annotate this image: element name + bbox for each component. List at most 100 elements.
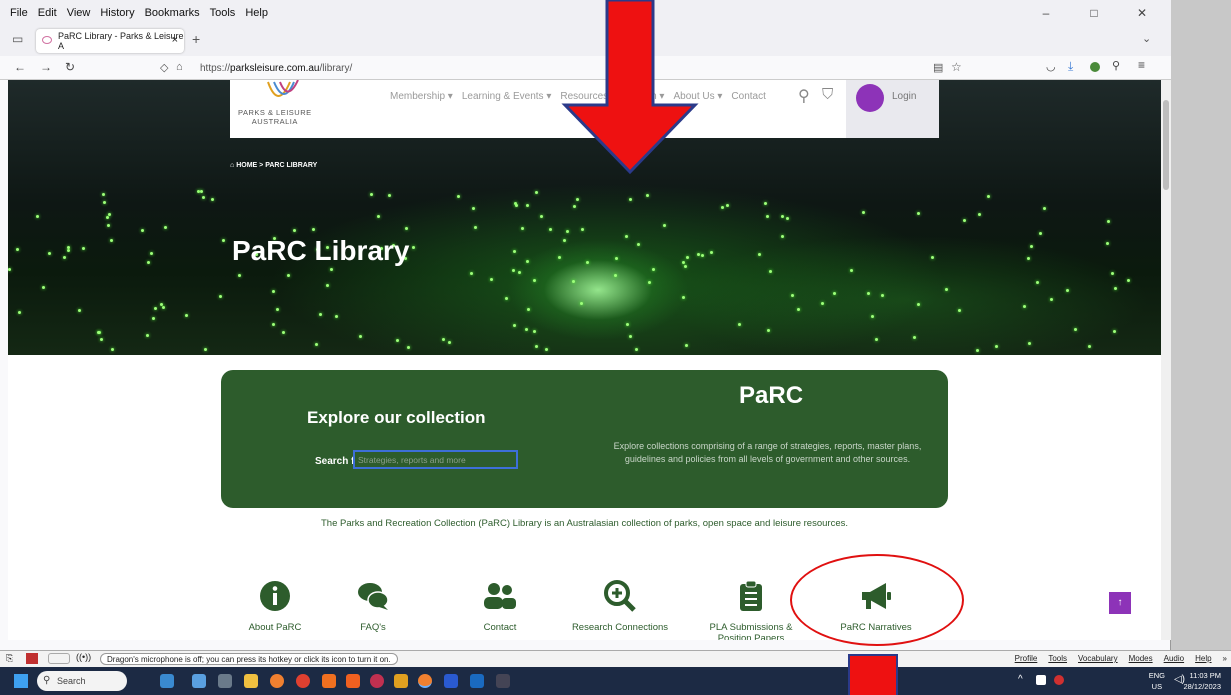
light-dot bbox=[881, 294, 884, 297]
forward-icon[interactable]: → bbox=[40, 60, 52, 74]
dragon-menu-modes[interactable]: Modes bbox=[1129, 654, 1153, 663]
extensions-icon[interactable]: ⚲ bbox=[1112, 59, 1120, 72]
clock[interactable]: 11:03 PM 28/12/2023 bbox=[1183, 670, 1221, 692]
minimize-icon[interactable]: – bbox=[1027, 6, 1065, 20]
pocket-icon[interactable]: ◡ bbox=[1046, 60, 1056, 73]
menu-edit[interactable]: Edit bbox=[38, 7, 57, 19]
light-dot bbox=[276, 308, 279, 311]
dragon-taskbar-icon[interactable] bbox=[160, 674, 174, 688]
search-icon[interactable]: ⚲ bbox=[798, 86, 810, 106]
light-dot bbox=[566, 230, 569, 233]
search-app-icon[interactable] bbox=[322, 674, 336, 688]
light-dot bbox=[1074, 328, 1077, 331]
light-dot bbox=[1066, 289, 1069, 292]
dragon-menu-profile[interactable]: Profile bbox=[1015, 654, 1038, 663]
light-dot bbox=[526, 204, 529, 207]
firefox-icon[interactable] bbox=[270, 674, 284, 688]
new-tab-button[interactable]: + bbox=[192, 31, 200, 47]
light-dot bbox=[976, 349, 979, 352]
light-dot bbox=[573, 205, 576, 208]
light-dot bbox=[78, 309, 81, 312]
file-explorer-icon[interactable] bbox=[244, 674, 258, 688]
breadcrumb-home[interactable]: HOME bbox=[236, 162, 257, 169]
feature-faqs[interactable]: FAQ's bbox=[318, 580, 428, 633]
scrollbar[interactable] bbox=[1161, 80, 1171, 640]
light-dot bbox=[472, 207, 475, 210]
settings-icon[interactable] bbox=[192, 674, 206, 688]
microphone-icon[interactable]: ((•)) bbox=[76, 652, 91, 662]
menu-view[interactable]: View bbox=[67, 7, 91, 19]
extension-icon[interactable] bbox=[1090, 62, 1100, 72]
site-logo-icon[interactable] bbox=[260, 80, 310, 106]
vlc-icon[interactable] bbox=[394, 674, 408, 688]
back-icon[interactable]: ← bbox=[14, 60, 26, 74]
dragon-menu-audio[interactable]: Audio bbox=[1164, 654, 1184, 663]
menu-tools[interactable]: Tools bbox=[210, 7, 236, 19]
light-dot bbox=[958, 309, 961, 312]
light-dot bbox=[141, 229, 144, 232]
light-dot bbox=[535, 191, 538, 194]
home-icon[interactable]: ⌂ bbox=[230, 162, 234, 169]
language-indicator[interactable]: ENG US bbox=[1149, 670, 1165, 692]
tab-parc-library[interactable]: PaRC Library - Parks & Leisure A × bbox=[36, 29, 184, 53]
dragon-app-icon[interactable]: ⎘ bbox=[6, 653, 13, 664]
close-icon[interactable]: ✕ bbox=[1123, 6, 1161, 20]
nav-contact[interactable]: Contact bbox=[731, 91, 765, 102]
nav-membership[interactable]: Membership ▾ bbox=[390, 91, 453, 102]
shield-icon[interactable]: ◇ bbox=[160, 61, 168, 74]
nav-learning-events[interactable]: Learning & Events ▾ bbox=[462, 91, 552, 102]
feature-contact[interactable]: Contact bbox=[445, 580, 555, 633]
light-dot bbox=[377, 215, 380, 218]
site-logo[interactable]: PARKS & LEISURE AUSTRALIA bbox=[238, 108, 312, 126]
light-dot bbox=[767, 329, 770, 332]
chevron-double-down-icon[interactable]: » bbox=[1223, 654, 1227, 663]
login-button[interactable]: Login bbox=[846, 80, 939, 138]
dragon-logo-icon[interactable] bbox=[26, 653, 38, 664]
light-dot bbox=[282, 331, 285, 334]
chrome-icon[interactable] bbox=[296, 674, 310, 688]
light-dot bbox=[871, 315, 874, 318]
lock-icon[interactable]: ⌂ bbox=[176, 61, 183, 73]
tray-icon-2[interactable] bbox=[1054, 675, 1064, 685]
cart-icon[interactable]: ⛉ bbox=[822, 86, 833, 103]
windows-start-icon[interactable] bbox=[14, 674, 28, 688]
dragon-menu-tools[interactable]: Tools bbox=[1048, 654, 1067, 663]
back-to-top-button[interactable]: ↑ bbox=[1109, 592, 1131, 614]
light-dot bbox=[147, 261, 150, 264]
feature-pla-submissions[interactable]: PLA Submissions & Position Papers bbox=[696, 580, 806, 640]
menu-file[interactable]: File bbox=[10, 7, 28, 19]
terminal-icon[interactable] bbox=[218, 674, 232, 688]
download-icon[interactable]: ⤓ bbox=[1068, 59, 1073, 74]
feature-about-parc[interactable]: About PaRC bbox=[220, 580, 330, 633]
tray-chevron-icon[interactable]: ^ bbox=[1018, 674, 1023, 685]
hamburger-menu-icon[interactable]: ≡ bbox=[1138, 58, 1145, 72]
dragon-menu-vocabulary[interactable]: Vocabulary bbox=[1078, 654, 1118, 663]
light-dot bbox=[185, 314, 188, 317]
scrollbar-thumb[interactable] bbox=[1163, 100, 1169, 190]
maximize-icon[interactable]: □ bbox=[1075, 6, 1113, 20]
vpn-icon[interactable] bbox=[370, 674, 384, 688]
app-icon-2[interactable] bbox=[496, 674, 510, 688]
bookmark-star-icon[interactable]: ☆ bbox=[951, 60, 962, 74]
menu-help[interactable]: Help bbox=[245, 7, 268, 19]
tab-close-icon[interactable]: × bbox=[172, 34, 178, 46]
chevron-down-icon[interactable]: ⌄ bbox=[1142, 32, 1151, 45]
outlook-icon[interactable] bbox=[470, 674, 484, 688]
light-dot bbox=[152, 317, 155, 320]
reload-icon[interactable]: ↻ bbox=[65, 60, 75, 74]
light-dot bbox=[103, 201, 106, 204]
reader-view-icon[interactable]: ▤ bbox=[933, 61, 943, 74]
tab-list-icon[interactable]: ▭ bbox=[12, 32, 23, 46]
menu-history[interactable]: History bbox=[100, 7, 134, 19]
taskbar-search[interactable]: ⚲ Search bbox=[37, 671, 127, 691]
light-dot bbox=[154, 307, 157, 310]
feature-research-connections[interactable]: Research Connections bbox=[565, 580, 675, 633]
menu-bookmarks[interactable]: Bookmarks bbox=[145, 7, 200, 19]
search-input[interactable] bbox=[353, 450, 518, 469]
word-icon[interactable] bbox=[444, 674, 458, 688]
firefox-active-icon[interactable] bbox=[418, 674, 432, 688]
dragon-menu-help[interactable]: Help bbox=[1195, 654, 1211, 663]
tray-icon[interactable] bbox=[1036, 675, 1046, 685]
parc-logo: PaRC bbox=[739, 382, 804, 409]
app-icon[interactable] bbox=[346, 674, 360, 688]
